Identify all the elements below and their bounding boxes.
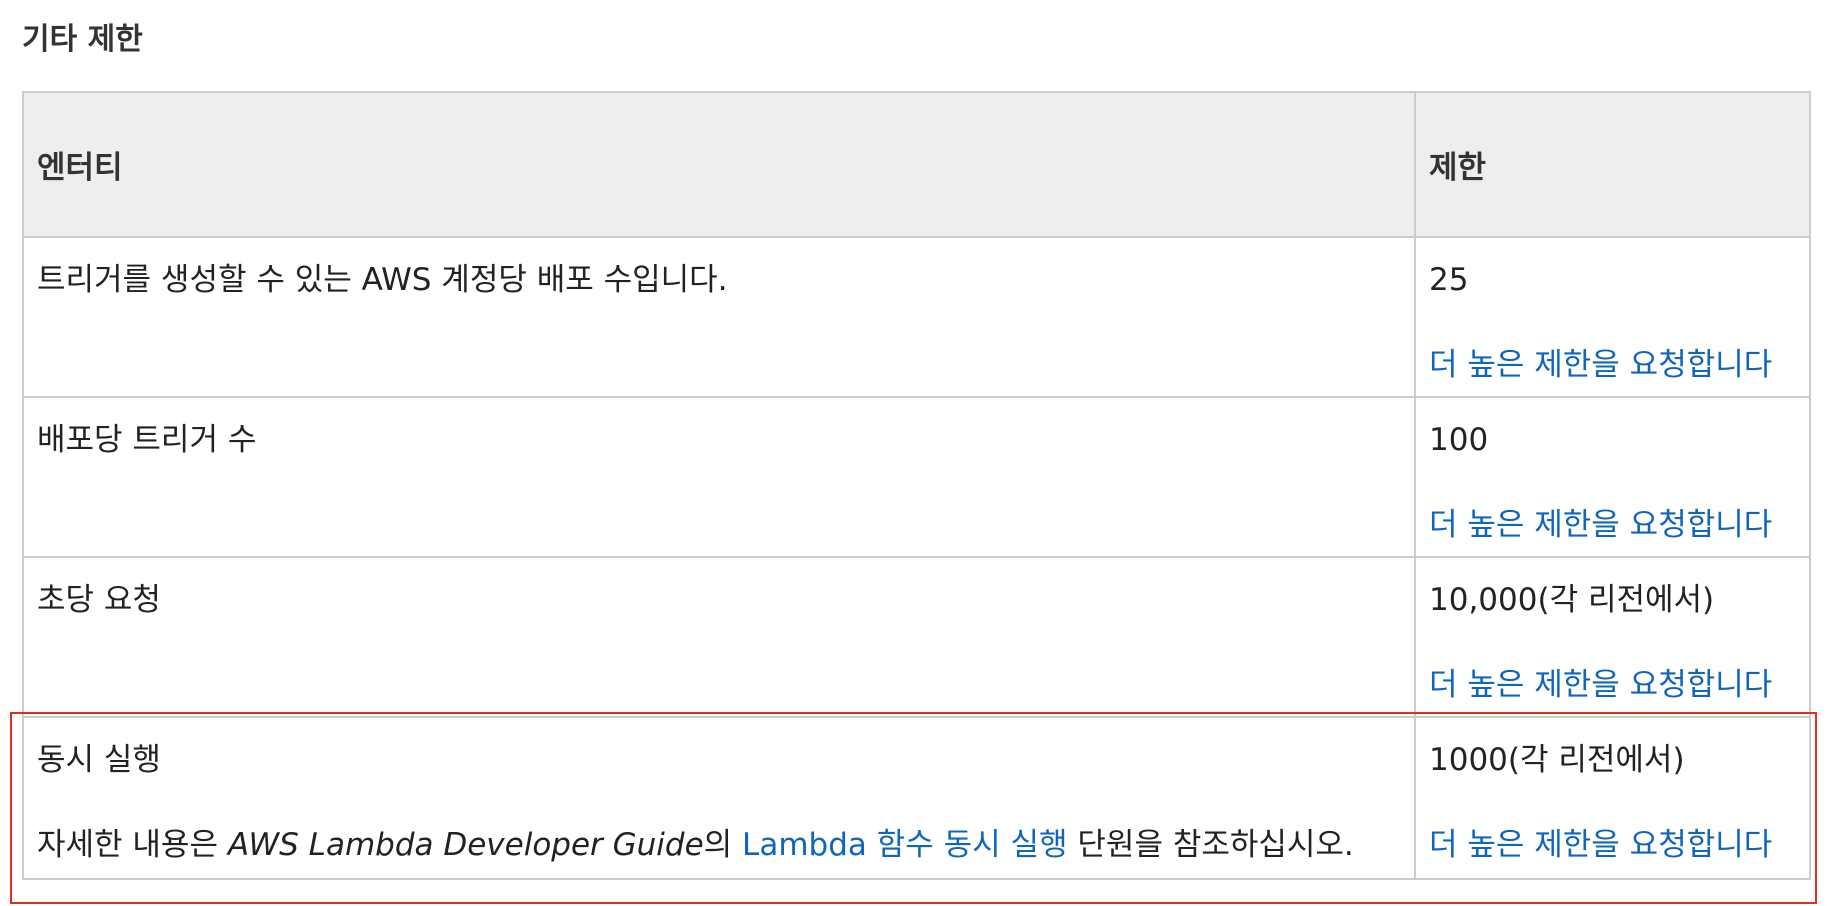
entity-cell: 트리거를 생성할 수 있는 AWS 계정당 배포 수입니다. — [22, 236, 1416, 398]
entity-text: 초당 요청 — [37, 582, 161, 618]
request-limit-link[interactable]: 더 높은 제한을 요청합니다 — [1429, 821, 1809, 869]
table-row: 동시 실행 자세한 내용은 AWS Lambda Developer Guide… — [22, 716, 1811, 880]
entity-cell: 초당 요청 — [22, 556, 1416, 718]
concurrency-note: 자세한 내용은 AWS Lambda Developer Guide의 Lamb… — [37, 821, 1414, 869]
entity-cell: 동시 실행 자세한 내용은 AWS Lambda Developer Guide… — [22, 716, 1416, 880]
section-title: 기타 제한 — [22, 22, 143, 57]
limit-value: 100 — [1429, 422, 1489, 458]
limit-value: 1000(각 리전에서) — [1429, 742, 1685, 778]
limit-cell: 25 더 높은 제한을 요청합니다 — [1414, 236, 1811, 398]
limit-value: 10,000(각 리전에서) — [1429, 582, 1715, 618]
developer-guide-title: AWS Lambda Developer Guide — [227, 827, 704, 863]
note-prefix: 자세한 내용은 — [37, 827, 228, 863]
lambda-concurrency-link[interactable]: Lambda 함수 동시 실행 — [742, 827, 1068, 863]
request-limit-link[interactable]: 더 높은 제한을 요청합니다 — [1429, 501, 1809, 549]
limit-value: 25 — [1429, 262, 1469, 298]
header-limit: 제한 — [1414, 91, 1811, 238]
header-entity: 엔터티 — [22, 91, 1416, 238]
entity-text: 트리거를 생성할 수 있는 AWS 계정당 배포 수입니다. — [37, 262, 728, 298]
table-row: 배포당 트리거 수 100 더 높은 제한을 요청합니다 — [22, 396, 1811, 558]
note-suffix: 단원을 참조하십시오. — [1067, 827, 1354, 863]
limit-cell: 10,000(각 리전에서) 더 높은 제한을 요청합니다 — [1414, 556, 1811, 718]
table-row: 트리거를 생성할 수 있는 AWS 계정당 배포 수입니다. 25 더 높은 제… — [22, 236, 1811, 398]
request-limit-link[interactable]: 더 높은 제한을 요청합니다 — [1429, 341, 1809, 389]
table-row: 초당 요청 10,000(각 리전에서) 더 높은 제한을 요청합니다 — [22, 556, 1811, 718]
entity-cell: 배포당 트리거 수 — [22, 396, 1416, 558]
note-particle: 의 — [703, 827, 743, 863]
limits-table: 엔터티 제한 트리거를 생성할 수 있는 AWS 계정당 배포 수입니다. 25… — [22, 91, 1811, 880]
limit-cell: 100 더 높은 제한을 요청합니다 — [1414, 396, 1811, 558]
limit-cell: 1000(각 리전에서) 더 높은 제한을 요청합니다 — [1414, 716, 1811, 880]
entity-text: 동시 실행 — [37, 742, 161, 778]
request-limit-link[interactable]: 더 높은 제한을 요청합니다 — [1429, 661, 1809, 709]
entity-text: 배포당 트리거 수 — [37, 422, 257, 458]
table-header-row: 엔터티 제한 — [22, 91, 1811, 238]
